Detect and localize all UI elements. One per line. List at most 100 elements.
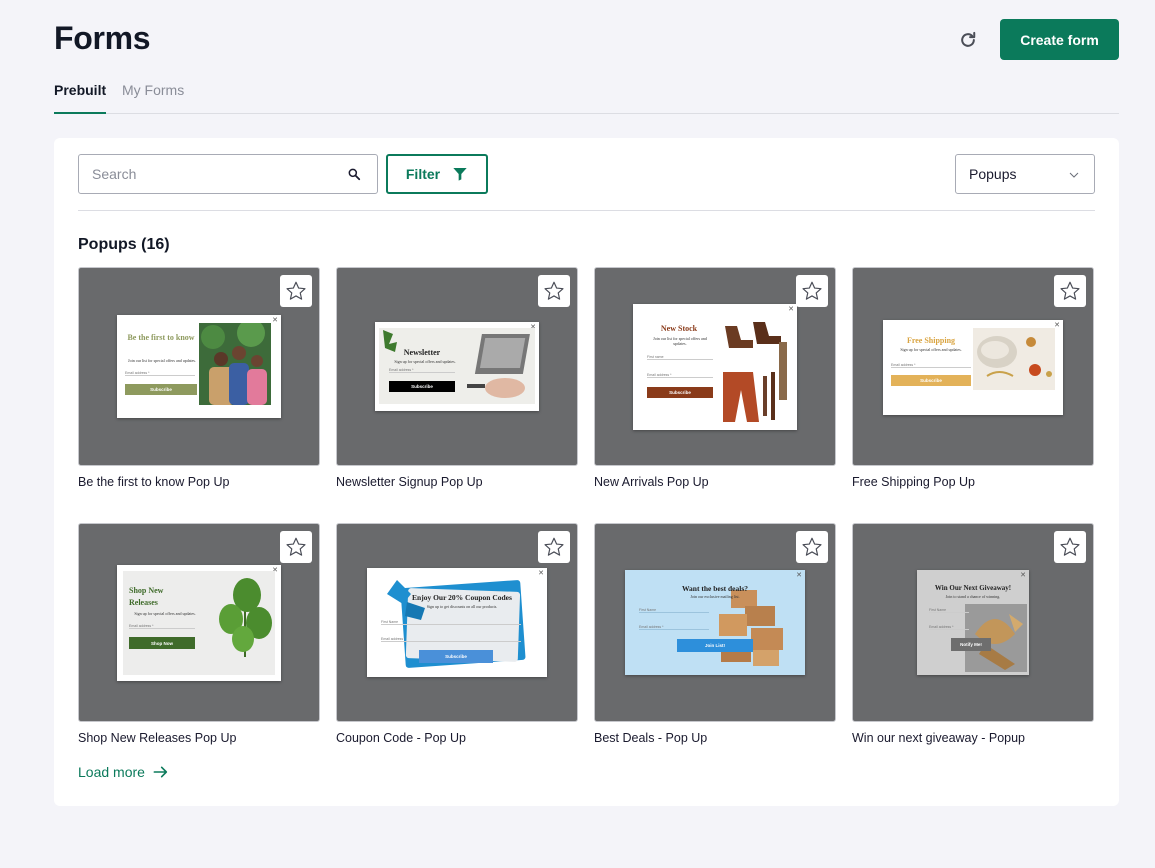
tab-prebuilt[interactable]: Prebuilt <box>54 82 106 98</box>
form-thumbnail[interactable]: ✕ Newsletter Sign up for special offers … <box>336 267 578 466</box>
popup-preview: ✕ Win Our Next Giveaway! Join to stand a… <box>917 570 1029 675</box>
load-more-link[interactable]: Load more <box>78 764 169 780</box>
chevron-down-icon <box>1069 172 1079 178</box>
favorite-button[interactable] <box>280 531 312 563</box>
favorite-button[interactable] <box>280 275 312 307</box>
form-card[interactable]: ✕ Newsletter Sign up for special offers … <box>336 267 578 489</box>
load-more-label: Load more <box>78 764 145 780</box>
form-card-title[interactable]: Newsletter Signup Pop Up <box>336 475 578 489</box>
form-card[interactable]: ✕ Free Shipping Sign up for special offe… <box>852 267 1094 489</box>
popup-field: Email address * <box>891 363 971 368</box>
favorite-button[interactable] <box>1054 531 1086 563</box>
popup-subtitle: Join our list for special offers and upd… <box>653 336 707 346</box>
form-card-title[interactable]: Be the first to know Pop Up <box>78 475 320 489</box>
favorite-button[interactable] <box>538 275 570 307</box>
create-form-button[interactable]: Create form <box>1000 19 1119 60</box>
form-type-value: Popups <box>969 166 1017 182</box>
tab-my-forms[interactable]: My Forms <box>122 82 184 98</box>
popup-field: Email address * <box>647 373 713 378</box>
form-thumbnail[interactable]: ✕ Win Our Next Giveaway! Join to stand a… <box>852 523 1094 722</box>
filter-label: Filter <box>405 166 441 182</box>
popup-button: Notify Me! <box>951 638 991 651</box>
popup-title: Want the best deals? <box>681 584 749 593</box>
form-thumbnail[interactable]: ✕ Free Shipping Sign up for special offe… <box>852 267 1094 466</box>
star-outline-icon <box>802 281 822 300</box>
form-thumbnail[interactable]: ✕ Shop New Releases Sign up for special … <box>78 523 320 722</box>
form-card-title[interactable]: Win our next giveaway - Popup <box>852 731 1094 745</box>
popup-button: Subscribe <box>389 381 455 392</box>
favorite-button[interactable] <box>796 531 828 563</box>
star-outline-icon <box>1060 281 1080 300</box>
form-card-title[interactable]: Shop New Releases Pop Up <box>78 731 320 745</box>
popup-subtitle: Sign up to get discounts on all our prod… <box>426 604 498 609</box>
search-input[interactable] <box>79 166 334 182</box>
close-icon: ✕ <box>1020 572 1026 579</box>
form-thumbnail[interactable]: ✕ Want the best deals? Join our exclusiv… <box>594 523 836 722</box>
photo-image <box>199 323 271 405</box>
popup-title: Shop New Releases <box>129 586 164 607</box>
popup-button: Shop Now <box>129 637 195 649</box>
popup-button: Join List! <box>677 639 753 652</box>
form-card[interactable]: ✕ Enjoy Our 20% Coupon Codes Sign up to … <box>336 523 578 745</box>
popup-field: Email address * <box>381 637 521 642</box>
form-card[interactable]: ✕ Win Our Next Giveaway! Join to stand a… <box>852 523 1094 745</box>
popup-preview: ✕ Enjoy Our 20% Coupon Codes Sign up to … <box>367 568 547 677</box>
close-icon: ✕ <box>796 572 802 579</box>
popup-field: Email address * <box>929 625 969 630</box>
popup-title: Be the first to know <box>127 333 195 342</box>
favorite-button[interactable] <box>1054 275 1086 307</box>
popup-subtitle: Sign up for special offers and updates. <box>134 611 196 616</box>
popup-subtitle: Join to stand a chance of winning. <box>945 594 1001 599</box>
star-outline-icon <box>544 281 564 300</box>
star-outline-icon <box>544 537 564 556</box>
close-icon: ✕ <box>538 570 544 577</box>
refresh-button[interactable] <box>954 26 982 54</box>
close-icon: ✕ <box>272 317 278 324</box>
popup-field: Email address * <box>639 625 709 630</box>
popup-subtitle: Sign up for special offers and updates. <box>900 347 962 352</box>
close-icon: ✕ <box>1054 322 1060 329</box>
close-icon: ✕ <box>788 306 794 313</box>
form-card[interactable]: ✕ Want the best deals? Join our exclusiv… <box>594 523 836 745</box>
forms-panel: Filter Popups Popups (16) ✕ Be the first… <box>54 138 1119 806</box>
popup-preview: ✕ Newsletter Sign up for special offers … <box>375 322 539 411</box>
refresh-icon <box>961 31 976 47</box>
favorite-button[interactable] <box>796 275 828 307</box>
form-card[interactable]: ✕ Be the first to know Join our list for… <box>78 267 320 489</box>
popup-preview: ✕ Be the first to know Join our list for… <box>117 315 281 418</box>
popup-field: First Name <box>929 608 969 613</box>
form-card-title[interactable]: Coupon Code - Pop Up <box>336 731 578 745</box>
popup-field: First Name <box>639 608 709 613</box>
clothing-image <box>723 322 787 422</box>
popup-subtitle: Join our list for special offers and upd… <box>128 358 196 363</box>
popup-field: Email address * <box>125 371 195 376</box>
form-card-title[interactable]: New Arrivals Pop Up <box>594 475 836 489</box>
search-icon[interactable] <box>347 167 361 181</box>
popup-title: Enjoy Our 20% Coupon Codes <box>412 593 512 602</box>
form-card[interactable]: ✕ New Stock Join our list for special of… <box>594 267 836 489</box>
popup-field: First Name <box>381 620 521 625</box>
form-card[interactable]: ✕ Shop New Releases Sign up for special … <box>78 523 320 745</box>
form-type-select[interactable]: Popups <box>955 154 1095 194</box>
popup-field: First name <box>647 355 713 360</box>
star-outline-icon <box>286 281 306 300</box>
form-card-title[interactable]: Best Deals - Pop Up <box>594 731 836 745</box>
popup-title: Win Our Next Giveaway! <box>934 584 1012 592</box>
search-box <box>78 154 378 194</box>
form-thumbnail[interactable]: ✕ Enjoy Our 20% Coupon Codes Sign up to … <box>336 523 578 722</box>
popup-field: Email address * <box>389 368 455 373</box>
filter-button[interactable]: Filter <box>386 154 488 194</box>
form-thumbnail[interactable]: ✕ Be the first to know Join our list for… <box>78 267 320 466</box>
popup-preview: ✕ Shop New Releases Sign up for special … <box>117 565 281 681</box>
popup-title: Newsletter <box>403 348 441 357</box>
popup-button: Subscribe <box>647 387 713 398</box>
popup-subtitle: Join our exclusive mailing list. <box>690 594 740 599</box>
section-title: Popups (16) <box>78 236 170 253</box>
page-title: Forms <box>54 20 151 56</box>
arrow-right-icon <box>153 766 168 778</box>
star-outline-icon <box>802 537 822 556</box>
form-card-title[interactable]: Free Shipping Pop Up <box>852 475 1094 489</box>
form-thumbnail[interactable]: ✕ New Stock Join our list for special of… <box>594 267 836 466</box>
favorite-button[interactable] <box>538 531 570 563</box>
jewelry-image <box>973 328 1055 390</box>
